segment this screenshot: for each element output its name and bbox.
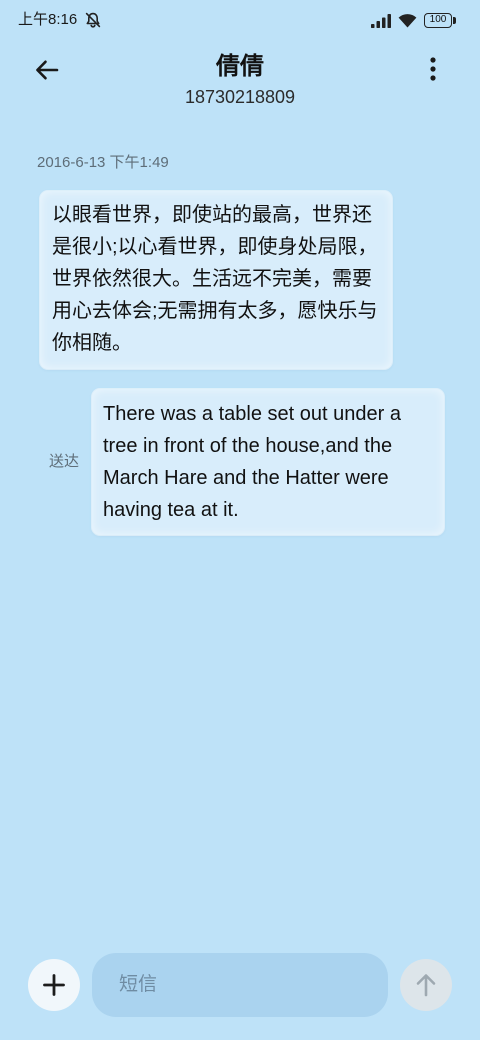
received-message-bubble[interactable]: 以眼看世界，即使站的最高，世界还 是很小;以心看世界，即使身处局限， 世界依然很… [40, 191, 392, 369]
battery-tip [453, 17, 456, 24]
signal-icon [371, 14, 391, 28]
status-time: 上午8:16 [18, 11, 78, 28]
message-line: 世界依然很大。生活远不完美，需要 [52, 268, 372, 290]
message-line: There was a table set out under a [103, 403, 401, 425]
sent-message-bubble[interactable]: There was a table set out under a tree i… [92, 389, 444, 535]
plus-icon [43, 974, 65, 996]
message-line: 以眼看世界，即使站的最高，世界还 [52, 204, 372, 226]
send-arrow-up-icon [416, 974, 436, 997]
wifi-icon [398, 14, 417, 28]
more-options-button[interactable] [420, 54, 446, 84]
contact-phone-number: 18730218809 [184, 87, 296, 107]
mute-bell-icon [85, 12, 101, 28]
message-line: 用心去体会;无需拥有太多，愿快乐与 [52, 300, 378, 322]
message-line: having tea at it. [103, 499, 239, 521]
add-attachment-button[interactable] [28, 959, 80, 1011]
contact-name: 倩倩 [216, 53, 264, 80]
more-vertical-icon [430, 57, 436, 81]
send-button[interactable] [400, 959, 452, 1011]
message-timestamp: 2016-6-13 下午1:49 [37, 154, 169, 171]
message-line: 你相随。 [52, 332, 132, 354]
message-input[interactable] [92, 953, 388, 1017]
delivery-status: 送达 [49, 453, 80, 470]
message-line: March Hare and the Hatter were [103, 467, 389, 489]
message-line: 是很小;以心看世界，即使身处局限， [52, 236, 378, 258]
battery-icon: 100 [424, 13, 452, 28]
message-line: tree in front of the house,and the [103, 435, 393, 457]
